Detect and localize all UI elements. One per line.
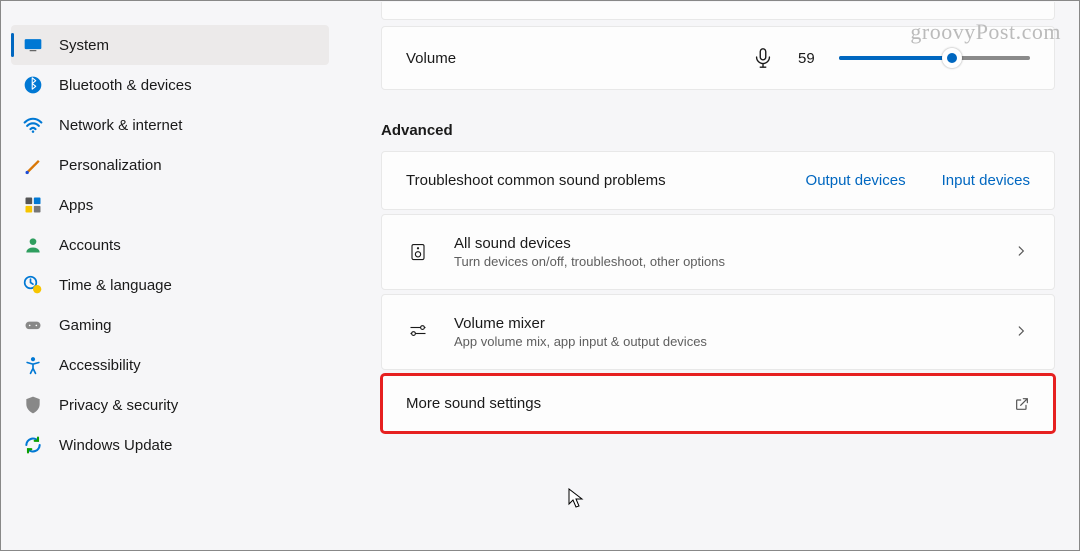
volume-mixer-row[interactable]: Volume mixer App volume mix, app input &… xyxy=(381,294,1055,370)
sidebar: System Bluetooth & devices Network & int… xyxy=(1,1,341,550)
bluetooth-icon xyxy=(23,75,43,95)
volume-label: Volume xyxy=(406,50,736,67)
sidebar-item-privacy[interactable]: Privacy & security xyxy=(11,385,329,425)
sidebar-item-label: Network & internet xyxy=(59,117,182,134)
watermark: groovyPost.com xyxy=(910,19,1061,45)
brush-icon xyxy=(23,155,43,175)
sidebar-item-accounts[interactable]: Accounts xyxy=(11,225,329,265)
sidebar-item-label: Accounts xyxy=(59,237,121,254)
mixer-icon xyxy=(406,320,430,344)
input-devices-link[interactable]: Input devices xyxy=(942,172,1030,189)
truncated-prior-card xyxy=(381,2,1055,20)
more-sound-settings-row[interactable]: More sound settings xyxy=(381,374,1055,433)
sidebar-item-label: Personalization xyxy=(59,157,162,174)
all-devices-title: All sound devices xyxy=(454,235,1014,252)
sidebar-item-label: Apps xyxy=(59,197,93,214)
sidebar-item-network[interactable]: Network & internet xyxy=(11,105,329,145)
microphone-icon[interactable] xyxy=(752,47,774,69)
speaker-icon xyxy=(406,240,430,264)
chevron-right-icon xyxy=(1014,324,1030,340)
sidebar-item-bluetooth[interactable]: Bluetooth & devices xyxy=(11,65,329,105)
sidebar-item-label: Windows Update xyxy=(59,437,172,454)
sidebar-item-label: Bluetooth & devices xyxy=(59,77,192,94)
volume-slider[interactable] xyxy=(839,56,1030,60)
section-advanced-title: Advanced xyxy=(381,122,1055,139)
sidebar-item-apps[interactable]: Apps xyxy=(11,185,329,225)
sidebar-item-label: System xyxy=(59,37,109,54)
clock-globe-icon xyxy=(23,275,43,295)
external-link-icon xyxy=(1014,396,1030,412)
shield-icon xyxy=(23,395,43,415)
sidebar-item-time-language[interactable]: Time & language xyxy=(11,265,329,305)
sidebar-item-label: Accessibility xyxy=(59,357,141,374)
slider-fill xyxy=(839,56,952,60)
apps-icon xyxy=(23,195,43,215)
more-sound-title: More sound settings xyxy=(406,395,1014,412)
controller-icon xyxy=(23,315,43,335)
sidebar-item-personalization[interactable]: Personalization xyxy=(11,145,329,185)
sidebar-item-update[interactable]: Windows Update xyxy=(11,425,329,465)
sidebar-item-label: Privacy & security xyxy=(59,397,178,414)
troubleshoot-row: Troubleshoot common sound problems Outpu… xyxy=(381,151,1055,210)
wifi-icon xyxy=(23,115,43,135)
all-devices-subtitle: Turn devices on/off, troubleshoot, other… xyxy=(454,254,1014,269)
troubleshoot-title: Troubleshoot common sound problems xyxy=(406,172,806,189)
volume-value: 59 xyxy=(798,50,815,67)
update-icon xyxy=(23,435,43,455)
all-sound-devices-row[interactable]: All sound devices Turn devices on/off, t… xyxy=(381,214,1055,290)
chevron-right-icon xyxy=(1014,244,1030,260)
person-icon xyxy=(23,235,43,255)
sidebar-item-label: Gaming xyxy=(59,317,112,334)
display-icon xyxy=(23,35,43,55)
mixer-title: Volume mixer xyxy=(454,315,1014,332)
mixer-subtitle: App volume mix, app input & output devic… xyxy=(454,334,1014,349)
sidebar-item-accessibility[interactable]: Accessibility xyxy=(11,345,329,385)
output-devices-link[interactable]: Output devices xyxy=(806,172,906,189)
sidebar-item-system[interactable]: System xyxy=(11,25,329,65)
slider-thumb[interactable] xyxy=(942,48,962,68)
accessibility-icon xyxy=(23,355,43,375)
main-content: Volume 59 Advanced Troubleshoot common s… xyxy=(341,1,1079,550)
sidebar-item-label: Time & language xyxy=(59,277,172,294)
sidebar-item-gaming[interactable]: Gaming xyxy=(11,305,329,345)
